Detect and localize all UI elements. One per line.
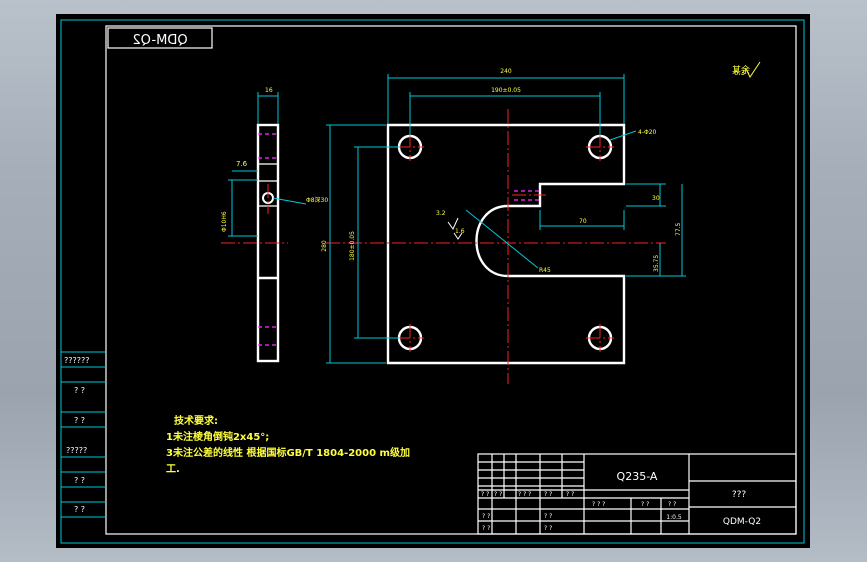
side-label-4: ????? [66, 446, 87, 455]
side-label-2: ? ? [74, 386, 85, 395]
dim-hole-spacing-y: 180±0.05 [349, 231, 356, 261]
svg-text:? ?: ? ? [566, 491, 574, 498]
side-view: 16 7.6 Φ8深30 Φ10H6 [221, 87, 328, 363]
svg-text:? ?: ? ? [641, 501, 649, 508]
svg-text:? ?: ? ? [544, 491, 552, 498]
roughness-a: 3.2 [436, 210, 446, 217]
svg-text:? ?: ? ? [668, 501, 676, 508]
side-panel: ?????? ? ? ? ? ????? ? ? ? ? [61, 351, 106, 518]
cad-viewport[interactable]: QDM-Q2 ?????? ? ? ? ? ????? ? ? ? ? 6.3 … [56, 14, 810, 548]
side-label-5: ? ? [74, 476, 85, 485]
svg-text:QDM-Q2: QDM-Q2 [132, 33, 187, 48]
svg-text:? ?: ? ? [482, 513, 490, 520]
tech-title: 技术要求: [174, 414, 218, 427]
scale-label: 1:0.5 [666, 514, 682, 521]
side-label-1: ?????? [64, 356, 89, 365]
svg-text:? ?: ? ? [544, 513, 552, 520]
svg-text:? ?: ? ? [482, 525, 490, 532]
dim-slot-offset-a: 77.5 [675, 222, 682, 236]
svg-text:其余: 其余 [732, 64, 750, 76]
svg-text:? ?: ? ? [544, 525, 552, 532]
front-view: R45 [326, 109, 666, 384]
dim-slot-length: 70 [579, 218, 587, 225]
title-block: Q235-A ??? QDM-Q2 1:0.5 ? ? ? ? ? ? ? ? … [477, 453, 797, 535]
dim-hole-spacing-x: 190±0.05 [491, 87, 521, 94]
tech-requirements: 技术要求: 1未注棱角倒钝2x45°; 3未注公差的线性 根据国标GB/T 18… [166, 414, 410, 475]
mirrored-code: QDM-Q2 [132, 33, 187, 48]
tech-line-1: 1未注棱角倒钝2x45°; [166, 430, 269, 443]
roughness-b: 1.6 [455, 228, 465, 235]
side-label-3: ? ? [74, 416, 85, 425]
dim-overall-height: 280 [321, 240, 328, 252]
drawing-code: QDM-Q2 [723, 517, 761, 527]
roughness-symbol: 6.3 其余 [732, 61, 761, 78]
drawing-name: ??? [732, 490, 747, 500]
side-label-6: ? ? [74, 505, 85, 514]
material-label: Q235-A [617, 470, 658, 483]
dim-side-width: 16 [265, 87, 273, 94]
drawing-canvas[interactable]: QDM-Q2 ?????? ? ? ? ? ????? ? ? ? ? 6.3 … [56, 14, 810, 548]
svg-text:? ? ?: ? ? ? [518, 491, 531, 498]
dim-side-vertical: Φ10H6 [221, 211, 228, 232]
dim-side-offset: 7.6 [236, 160, 248, 168]
dim-slot-offset-b: 35.75 [653, 255, 660, 272]
dim-overall-width: 240 [500, 68, 512, 75]
svg-text:? ?: ? ? [494, 491, 502, 498]
tech-line-2: 3未注公差的线性 根据国标GB/T 1804-2000 m级加 [166, 446, 410, 459]
svg-text:? ? ?: ? ? ? [592, 501, 605, 508]
dim-slot-radius: R45 [539, 267, 551, 274]
tech-line-3: 工. [166, 464, 180, 475]
dim-side-hole: Φ8深30 [306, 196, 328, 204]
dim-slot-width: 30 [652, 195, 660, 202]
svg-text:? ?: ? ? [481, 491, 489, 498]
dim-holes-callout: 4-Φ20 [638, 129, 657, 136]
front-dimensions: 240 190±0.05 4-Φ20 280 180±0.05 70 30 77… [321, 68, 686, 364]
